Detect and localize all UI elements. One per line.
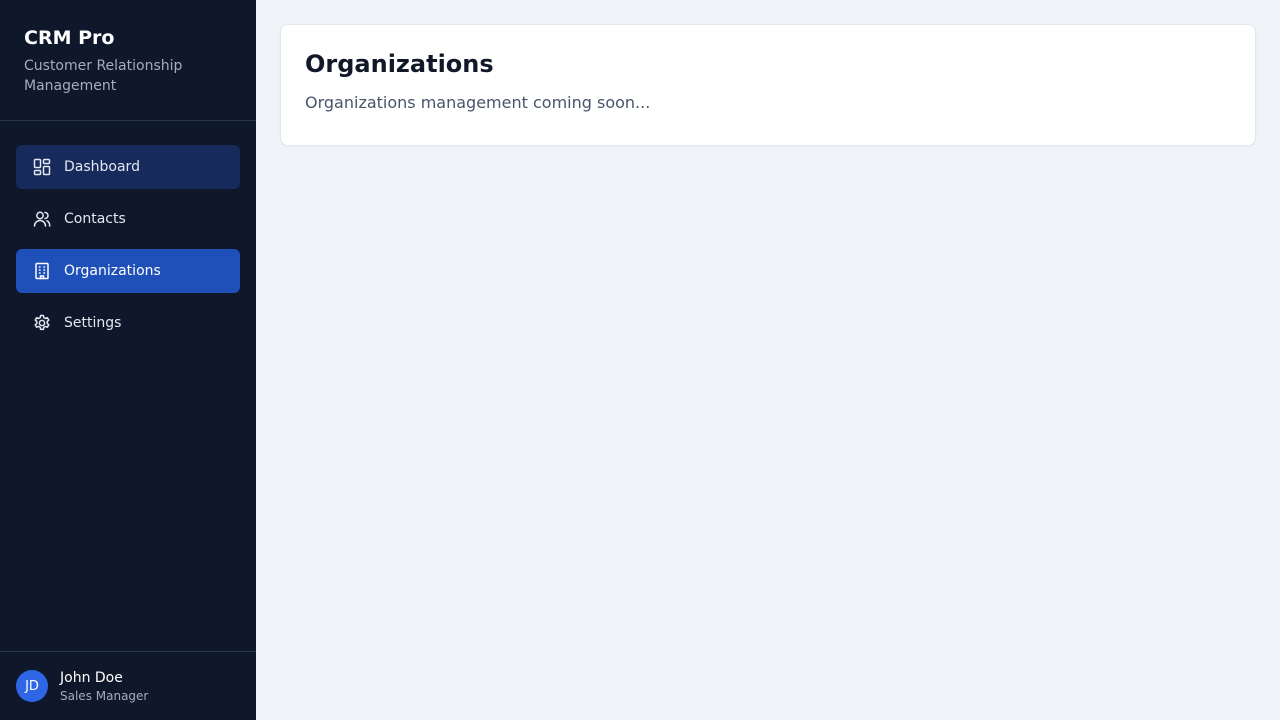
page-description: Organizations management coming soon... <box>305 93 651 112</box>
sidebar-item-label: Contacts <box>64 211 126 227</box>
page-title: Organizations <box>305 50 494 78</box>
sidebar-item-dashboard[interactable]: Dashboard <box>16 145 240 189</box>
sidebar-item-label: Organizations <box>64 263 161 279</box>
app-subtitle: Customer Relationship Management <box>24 58 183 94</box>
app-title: CRM Pro <box>24 27 115 49</box>
sidebar-item-contacts[interactable]: Contacts <box>16 197 240 241</box>
sidebar-item-settings[interactable]: Settings <box>16 301 240 345</box>
user-profile[interactable]: JD John Doe Sales Manager <box>0 651 256 720</box>
sidebar-nav: Dashboard Contacts Organizations Setting… <box>0 121 256 651</box>
gear-icon <box>32 313 52 333</box>
sidebar: CRM Pro Customer Relationship Management… <box>0 0 256 720</box>
dashboard-icon <box>32 157 52 177</box>
avatar: JD <box>16 670 48 702</box>
building-icon <box>32 261 52 281</box>
users-icon <box>32 209 52 229</box>
user-info: John Doe Sales Manager <box>60 669 148 704</box>
main-content: Organizations Organizations management c… <box>256 0 1280 720</box>
user-role: Sales Manager <box>60 688 149 703</box>
sidebar-item-organizations[interactable]: Organizations <box>16 249 240 293</box>
brand-header: CRM Pro Customer Relationship Management <box>0 0 256 121</box>
content-card: Organizations Organizations management c… <box>280 24 1256 146</box>
sidebar-item-label: Settings <box>64 315 122 331</box>
sidebar-item-label: Dashboard <box>64 159 140 175</box>
user-name: John Doe <box>60 669 123 686</box>
